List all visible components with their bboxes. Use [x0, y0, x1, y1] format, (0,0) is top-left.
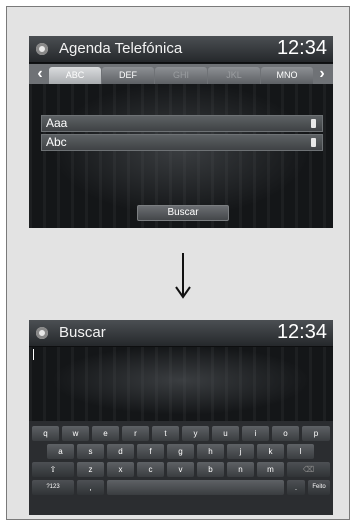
- shift-icon: ⇧: [49, 465, 57, 474]
- key-d[interactable]: d: [107, 444, 134, 459]
- search-app-icon: [36, 327, 48, 339]
- key-w[interactable]: w: [62, 426, 89, 441]
- phone-icon: [311, 138, 316, 147]
- title-bar: Buscar 12:34: [29, 320, 333, 347]
- key-v[interactable]: v: [167, 462, 194, 477]
- key-n[interactable]: n: [227, 462, 254, 477]
- tab-ghi: GHI: [155, 67, 207, 84]
- tab-mno[interactable]: MNO: [261, 67, 313, 84]
- on-screen-keyboard: q w e r t y u i o p a s d f g h j k l ⇧ …: [29, 421, 333, 515]
- period-key[interactable]: .: [287, 480, 305, 495]
- key-y[interactable]: y: [182, 426, 209, 441]
- key-q[interactable]: q: [32, 426, 59, 441]
- key-g[interactable]: g: [167, 444, 194, 459]
- screen-title: Buscar: [59, 324, 106, 341]
- phonebook-screen: Agenda Telefónica 12:34 ‹ ABC DEF GHI JK…: [29, 36, 333, 228]
- key-z[interactable]: z: [77, 462, 104, 477]
- key-k[interactable]: k: [257, 444, 284, 459]
- search-screen: Buscar 12:34 q w e r t y u i o p a s d f…: [29, 320, 333, 515]
- key-r[interactable]: r: [122, 426, 149, 441]
- comma-key[interactable]: ,: [77, 480, 104, 495]
- key-e[interactable]: e: [92, 426, 119, 441]
- title-bar: Agenda Telefónica 12:34: [29, 36, 333, 63]
- key-c[interactable]: c: [137, 462, 164, 477]
- key-j[interactable]: j: [227, 444, 254, 459]
- key-a[interactable]: a: [47, 444, 74, 459]
- contact-name: Aaa: [46, 116, 68, 130]
- key-t[interactable]: t: [152, 426, 179, 441]
- down-arrow-icon: [175, 253, 191, 299]
- backspace-icon: ⌫: [302, 465, 315, 474]
- key-i[interactable]: i: [242, 426, 269, 441]
- search-button[interactable]: Buscar: [137, 205, 229, 221]
- contact-row[interactable]: Aaa: [41, 115, 323, 132]
- space-key[interactable]: [107, 480, 284, 495]
- backspace-key[interactable]: ⌫: [287, 462, 330, 477]
- symbols-key[interactable]: ?123: [32, 480, 74, 495]
- key-p[interactable]: p: [302, 426, 330, 441]
- chevron-right-icon[interactable]: ›: [313, 64, 331, 84]
- background-pattern: [29, 347, 333, 421]
- contact-row[interactable]: Abc: [41, 134, 323, 151]
- alphabet-tab-bar: ‹ ABC DEF GHI JKL MNO ›: [29, 64, 333, 84]
- clock: 12:34: [276, 321, 327, 343]
- tab-abc[interactable]: ABC: [49, 67, 101, 84]
- key-u[interactable]: u: [212, 426, 239, 441]
- key-s[interactable]: s: [77, 444, 104, 459]
- key-o[interactable]: o: [272, 426, 299, 441]
- phone-icon: [311, 119, 316, 128]
- chevron-left-icon[interactable]: ‹: [31, 64, 49, 84]
- key-x[interactable]: x: [107, 462, 134, 477]
- key-h[interactable]: h: [197, 444, 224, 459]
- tab-def[interactable]: DEF: [102, 67, 154, 84]
- key-f[interactable]: f: [137, 444, 164, 459]
- text-cursor: [33, 349, 34, 360]
- key-m[interactable]: m: [257, 462, 284, 477]
- tab-jkl: JKL: [208, 67, 260, 84]
- done-key[interactable]: Feito: [308, 480, 330, 495]
- shift-key[interactable]: ⇧: [32, 462, 74, 477]
- key-b[interactable]: b: [197, 462, 224, 477]
- screen-title: Agenda Telefónica: [59, 40, 183, 57]
- phonebook-app-icon: [36, 43, 48, 55]
- key-l[interactable]: l: [287, 444, 314, 459]
- contact-name: Abc: [46, 135, 67, 149]
- clock: 12:34: [276, 37, 327, 59]
